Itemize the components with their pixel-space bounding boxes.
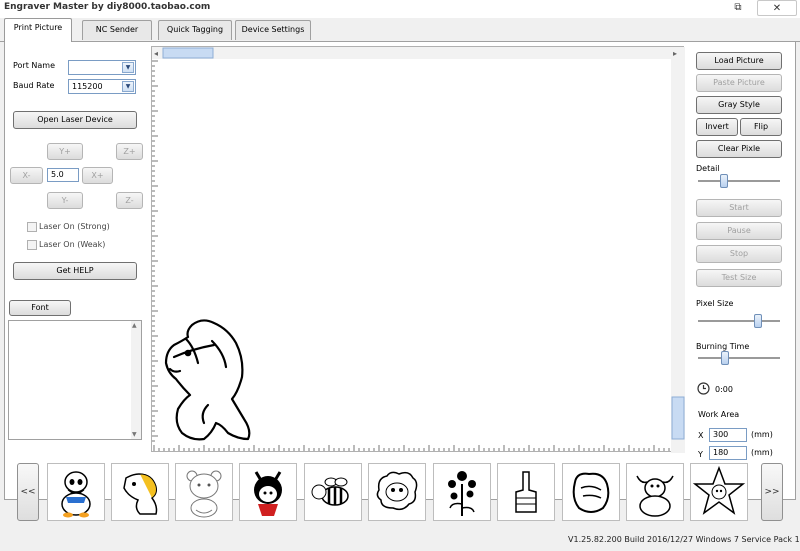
thumbnail-sheep[interactable] [368,463,426,521]
jog-z-plus-button[interactable]: Z+ [116,143,143,160]
window-title: Engraver Master by diy8000.taobao.com [4,2,211,12]
tab-print-picture[interactable]: Print Picture [4,18,72,42]
scroll-left-icon: ◂ [154,49,158,58]
canvas-hscroll-thumb [162,47,214,59]
burning-time-label: Burning Time [696,342,750,351]
pause-button[interactable]: Pause [696,222,782,240]
font-button[interactable]: Font [9,300,71,316]
detail-label: Detail [696,164,720,173]
tab-strip: Print Picture NC Sender Quick Tagging De… [0,18,800,42]
invert-button[interactable]: Invert [696,118,738,136]
canvas-vscroll [671,59,685,453]
work-area-y-label: Y [698,450,703,459]
baud-rate-value: 115200 [72,82,103,91]
pixel-size-slider-track[interactable] [698,320,780,322]
chevron-down-icon[interactable]: ▼ [122,62,134,73]
thumbnail-flower[interactable] [433,463,491,521]
thumbnail-pony[interactable] [111,463,169,521]
baud-rate-label: Baud Rate [13,81,55,90]
jog-x-plus-button[interactable]: X+ [82,167,113,184]
thumbnail-bull[interactable] [626,463,684,521]
laser-strong-checkbox[interactable] [27,222,37,232]
jog-y-plus-button[interactable]: Y+ [47,143,83,160]
start-button[interactable]: Start [696,199,782,217]
tab-device-settings[interactable]: Device Settings [235,20,311,40]
thumbnails-next-button[interactable]: >> [761,463,783,521]
paste-picture-button[interactable]: Paste Picture [696,74,782,92]
burning-time-slider-track[interactable] [698,357,780,359]
duck-icon [61,471,91,518]
ruler-left [152,60,158,442]
thumbnail-girl[interactable] [239,463,297,521]
middle-finger-icon [515,471,537,513]
stop-button[interactable]: Stop [696,245,782,263]
thumbnail-fist[interactable] [562,463,620,521]
clock-icon [697,382,710,395]
jog-z-minus-button[interactable]: Z- [116,192,143,209]
bull-icon [636,475,674,517]
test-size-button[interactable]: Test Size [696,269,782,287]
pony-icon [123,473,158,515]
gray-style-button[interactable]: Gray Style [696,96,782,114]
girl-icon [254,471,282,516]
restore-icon[interactable]: ⧉ [730,0,746,16]
canvas-vscroll-thumb [671,396,685,440]
fist-icon [572,472,610,513]
laser-weak-label: Laser On (Weak) [39,240,106,249]
jog-x-minus-button[interactable]: X- [10,167,43,184]
thumbnails-prev-button[interactable]: << [17,463,39,521]
burning-time-slider-thumb[interactable] [721,351,729,365]
thumbnail-duck[interactable] [47,463,105,521]
scroll-down-icon[interactable]: ▼ [132,431,137,438]
load-picture-button[interactable]: Load Picture [696,52,782,70]
get-help-button[interactable]: Get HELP [13,262,137,280]
engraving-canvas[interactable]: ◂ ▸ [151,46,685,453]
pony-drawing [164,319,251,441]
work-area-x-unit: (mm) [751,430,773,439]
work-area-x-label: X [698,431,704,440]
work-area-y-unit: (mm) [751,448,773,457]
canvas-drawing: ◂ ▸ [152,47,685,453]
ruler-bottom [153,445,670,451]
detail-slider-thumb[interactable] [720,174,728,188]
open-laser-device-button[interactable]: Open Laser Device [13,111,137,129]
work-area-label: Work Area [698,410,740,419]
tab-nc-sender[interactable]: NC Sender [82,20,152,40]
baud-rate-select[interactable]: 115200 ▼ [68,79,136,94]
work-area-y-input[interactable]: 180 [709,446,747,460]
clear-pixle-button[interactable]: Clear Pixle [696,140,782,158]
chevron-down-icon[interactable]: ▼ [122,81,134,92]
timer-value: 0:00 [715,385,733,394]
star-icon [692,465,746,515]
scroll-up-icon[interactable]: ▲ [132,322,137,329]
port-name-select[interactable]: ▼ [68,60,136,75]
sheep-icon [376,471,418,511]
thumbnail-bee[interactable] [304,463,362,521]
close-icon[interactable]: ✕ [757,0,797,16]
detail-slider-track[interactable] [698,180,780,182]
port-name-label: Port Name [13,61,56,70]
canvas-hscroll [152,47,685,59]
flip-button[interactable]: Flip [740,118,782,136]
status-bar-text: V1.25.82.200 Build 2016/12/27 Windows 7 … [568,535,800,544]
flower-icon [448,471,476,516]
bear-icon [186,470,222,518]
text-area-scrollbar[interactable]: ▲ ▼ [131,321,141,439]
work-area-x-input[interactable]: 300 [709,428,747,442]
title-bar: Engraver Master by diy8000.taobao.com ⧉ … [0,0,800,18]
pixel-size-label: Pixel Size [696,299,734,308]
jog-step-input[interactable]: 5.0 [47,168,79,182]
laser-weak-checkbox[interactable] [27,240,37,250]
thumbnail-star[interactable] [690,463,748,521]
laser-strong-label: Laser On (Strong) [39,222,110,231]
tab-quick-tagging[interactable]: Quick Tagging [158,20,232,40]
thumbnail-middle-finger[interactable] [497,463,555,521]
thumbnail-bear[interactable] [175,463,233,521]
scroll-right-icon: ▸ [673,49,677,58]
bee-icon [311,477,349,506]
pixel-size-slider-thumb[interactable] [754,314,762,328]
jog-y-minus-button[interactable]: Y- [47,192,83,209]
text-input-area[interactable]: ▲ ▼ [8,320,142,440]
